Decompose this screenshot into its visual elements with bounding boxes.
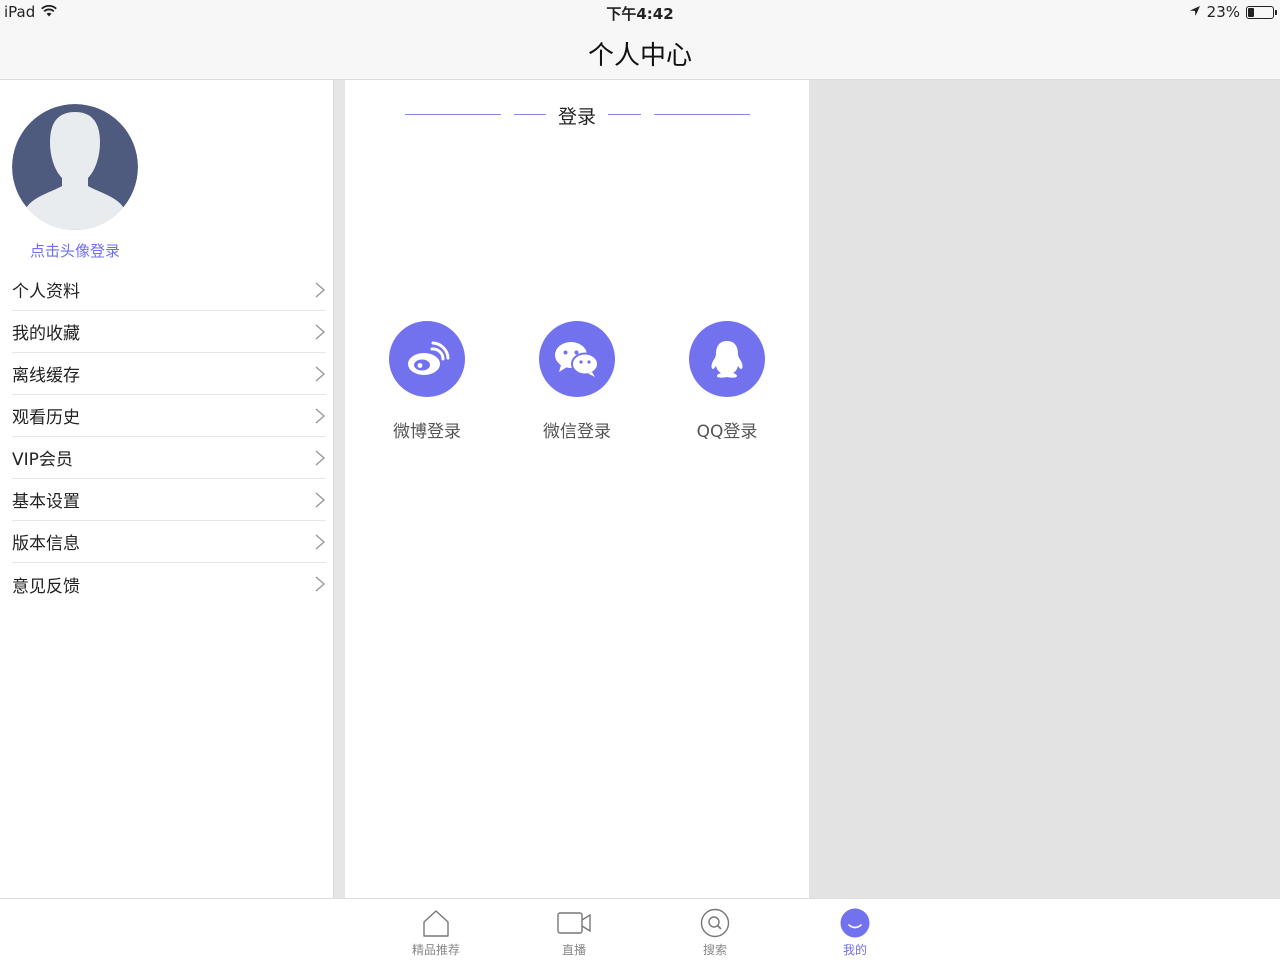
heading-divider-line — [608, 114, 641, 115]
menu-item-label: 版本信息 — [12, 534, 80, 554]
chevron-right-icon — [315, 324, 326, 340]
panel-divider — [334, 80, 345, 898]
menu-item-basic-settings[interactable]: 基本设置 — [12, 479, 326, 521]
login-heading-text: 登录 — [557, 106, 596, 128]
tab-label: 精品推荐 — [411, 943, 460, 957]
chevron-right-icon — [315, 534, 326, 550]
login-heading: 登录 — [345, 102, 809, 128]
menu-item-vip[interactable]: VIP会员 — [12, 437, 326, 479]
tab-label: 搜索 — [702, 943, 727, 957]
weibo-login-button[interactable]: 微博登录 — [377, 321, 477, 442]
avatar-login-hint[interactable]: 点击头像登录 — [0, 240, 150, 261]
menu-item-label: 观看历史 — [12, 408, 80, 428]
avatar-placeholder-icon — [12, 104, 138, 230]
qq-icon — [689, 321, 765, 397]
wechat-icon — [539, 321, 615, 397]
chevron-right-icon — [315, 408, 326, 424]
profile-sidebar: 点击头像登录 个人资料 我的收藏 离线缓存 观看历史 VIP会员 基本设置 版本… — [0, 80, 334, 898]
chevron-right-icon — [315, 576, 326, 592]
location-arrow-icon — [1189, 3, 1201, 21]
chevron-right-icon — [315, 282, 326, 298]
search-icon — [670, 907, 760, 939]
weibo-icon — [389, 321, 465, 397]
page-title: 个人中心 — [587, 41, 692, 71]
weibo-login-label: 微博登录 — [393, 422, 461, 442]
menu-item-label: 我的收藏 — [12, 324, 80, 344]
status-right: 23% — [1189, 3, 1277, 21]
menu-item-label: 基本设置 — [12, 492, 80, 512]
menu-item-label: 意见反馈 — [12, 576, 80, 597]
detail-placeholder-panel — [809, 80, 1280, 898]
battery-percent: 23% — [1206, 3, 1240, 21]
qq-login-label: QQ登录 — [696, 422, 758, 442]
menu-item-label: 个人资料 — [12, 282, 80, 302]
profile-icon — [810, 907, 900, 939]
menu-item-profile-info[interactable]: 个人资料 — [12, 269, 326, 311]
menu-item-offline-cache[interactable]: 离线缓存 — [12, 353, 326, 395]
wechat-login-button[interactable]: 微信登录 — [527, 321, 627, 442]
battery-level-fill — [1248, 7, 1254, 17]
video-camera-icon — [529, 907, 619, 939]
status-bar: iPad 下午4:42 23% — [0, 0, 1280, 26]
chevron-right-icon — [315, 366, 326, 382]
tab-label: 直播 — [561, 943, 586, 957]
menu-item-feedback[interactable]: 意见反馈 — [12, 563, 326, 605]
tab-live[interactable]: 直播 — [529, 907, 619, 958]
heading-divider-line — [654, 114, 750, 115]
wechat-login-label: 微信登录 — [543, 422, 611, 442]
menu-item-label: 离线缓存 — [12, 366, 80, 386]
chevron-right-icon — [315, 492, 326, 508]
login-panel: 登录 微博登录 微信登录 QQ登录 — [345, 80, 809, 898]
tab-mine[interactable]: 我的 — [810, 907, 900, 958]
avatar[interactable] — [12, 104, 138, 230]
app-screen: iPad 下午4:42 23% 个人中心 点击头像登录 个人资料 我的收藏 离线… — [0, 0, 1280, 960]
tab-bar: 精品推荐 直播 搜索 我的 — [0, 898, 1280, 960]
menu-item-label: VIP会员 — [12, 450, 73, 470]
tab-featured[interactable]: 精品推荐 — [391, 907, 481, 958]
tab-search[interactable]: 搜索 — [670, 907, 760, 958]
status-time: 下午4:42 — [606, 5, 674, 23]
menu-item-watch-history[interactable]: 观看历史 — [12, 395, 326, 437]
tab-label: 我的 — [842, 943, 867, 957]
navigation-bar: 个人中心 — [0, 26, 1280, 80]
menu-item-version-info[interactable]: 版本信息 — [12, 521, 326, 563]
profile-menu: 个人资料 我的收藏 离线缓存 观看历史 VIP会员 基本设置 版本信息 意见反馈 — [12, 269, 326, 605]
qq-login-button[interactable]: QQ登录 — [677, 321, 777, 442]
home-icon — [391, 907, 481, 939]
battery-icon — [1246, 5, 1277, 19]
menu-item-favorites[interactable]: 我的收藏 — [12, 311, 326, 353]
chevron-right-icon — [315, 450, 326, 466]
